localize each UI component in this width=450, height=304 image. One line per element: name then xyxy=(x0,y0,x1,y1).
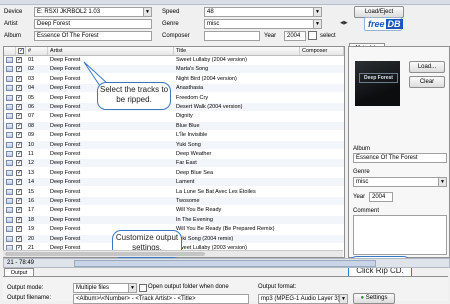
chevron-down-icon[interactable]: ▼ xyxy=(339,295,347,303)
output-filename-label: Output filename: xyxy=(7,295,52,301)
status-time: 21 - 78:49 xyxy=(7,260,35,266)
output-panel: Output mode: Multiple files ▼ Open outpu… xyxy=(3,276,448,304)
callout-select-tracks: Select the tracks to be ripped. xyxy=(97,82,171,110)
output-format-label: Output format: xyxy=(258,284,297,290)
settings-label: Settings xyxy=(365,295,388,301)
open-folder-checkbox[interactable] xyxy=(139,284,147,292)
output-filename-input[interactable]: <Album>\<Number> - <Track Artist> - <Tit… xyxy=(73,294,249,304)
output-format-select[interactable]: mp3 (MPEG-1 Audio Layer 3) ▼ xyxy=(258,294,348,304)
open-folder-label: Open output folder when done xyxy=(148,284,229,290)
table-scrollbar[interactable] xyxy=(3,250,343,257)
settings-icon: ● xyxy=(360,295,365,301)
output-mode-value: Multiple files xyxy=(76,285,110,291)
settings-button[interactable]: ● Settings xyxy=(353,293,395,304)
chevron-down-icon[interactable]: ▼ xyxy=(128,284,136,292)
output-format-value: mp3 (MPEG-1 Audio Layer 3) xyxy=(261,296,340,302)
output-mode-select[interactable]: Multiple files ▼ xyxy=(73,283,137,293)
status-bar: 21 - 78:49 xyxy=(3,258,450,268)
progress-bar xyxy=(74,260,376,267)
scrollbar-thumb[interactable] xyxy=(5,252,205,256)
output-mode-label: Output mode: xyxy=(7,285,44,291)
